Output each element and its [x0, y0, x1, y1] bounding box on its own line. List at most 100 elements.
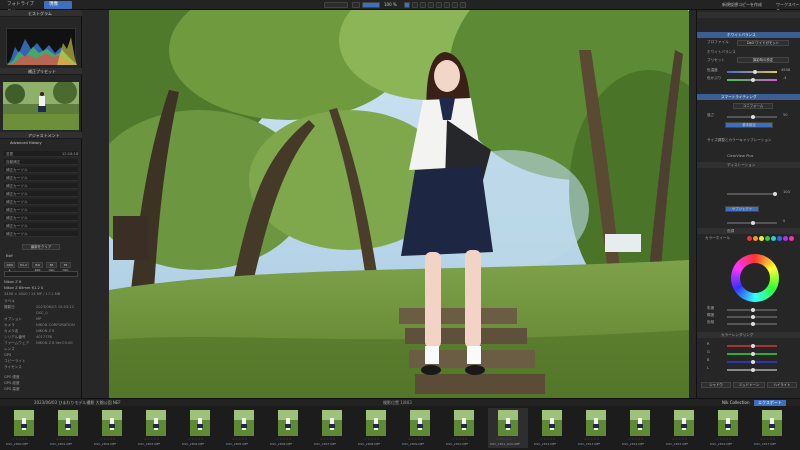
- rating-stars[interactable]: ☆☆☆☆☆: [760, 437, 776, 441]
- history-item[interactable]: 補正カーソル: [4, 223, 78, 229]
- create-virtual-copy-button[interactable]: 新規仮想コピーを作成: [722, 2, 762, 8]
- saturation-slider[interactable]: [727, 308, 777, 312]
- channel-b-slider[interactable]: [727, 360, 777, 364]
- preset-header[interactable]: 補正プリセット: [0, 68, 82, 75]
- history-item[interactable]: 自動補正: [4, 159, 78, 165]
- midtone-button[interactable]: ミッドトーン: [733, 382, 765, 388]
- histogram-header[interactable]: ヒストグラム: [0, 10, 82, 17]
- rating-stars[interactable]: ☆☆☆☆☆: [144, 437, 160, 441]
- filmstrip-thumbnail[interactable]: ☆☆☆☆☆ DSC_2812.NEF: [532, 408, 572, 448]
- image-canvas[interactable]: [82, 10, 696, 398]
- cyan-swatch[interactable]: [771, 236, 776, 241]
- filmstrip-thumbnail[interactable]: ☆☆☆☆☆ DSC_2800.NEF: [4, 408, 44, 448]
- compare-button[interactable]: [324, 2, 348, 8]
- rating-stars[interactable]: ☆☆☆☆☆: [496, 437, 512, 441]
- zoom-value[interactable]: 100 %: [384, 2, 397, 7]
- smart-lighting-header[interactable]: スマートライティング: [697, 94, 800, 100]
- temp-slider[interactable]: [727, 70, 777, 74]
- rating-stars[interactable]: ☆☆☆☆☆: [188, 437, 204, 441]
- rating-stars[interactable]: ☆☆☆☆☆: [364, 437, 380, 441]
- rating-stars[interactable]: ☆☆☆☆☆: [276, 437, 292, 441]
- green-swatch[interactable]: [765, 236, 770, 241]
- distortion-header[interactable]: ディストーション: [697, 162, 800, 168]
- temp-value[interactable]: 4958: [781, 68, 790, 72]
- adjust-header[interactable]: アジャストメント: [0, 132, 82, 139]
- history-item[interactable]: 補正カーソル: [4, 199, 78, 205]
- filmstrip-thumbnail[interactable]: ☆☆☆☆☆ DSC_2817.NEF: [752, 408, 792, 448]
- strength-slider[interactable]: [727, 115, 777, 119]
- rating-stars[interactable]: ☆☆☆☆☆: [12, 437, 28, 441]
- history-item[interactable]: 補正カーソル: [4, 191, 78, 197]
- picker-tool-icon[interactable]: [444, 2, 450, 8]
- red-swatch[interactable]: [747, 236, 752, 241]
- filmstrip-thumbnail[interactable]: ☆☆☆☆☆ DSC_2804.NEF: [180, 408, 220, 448]
- history-item[interactable]: 補正カーソル: [4, 215, 78, 221]
- tab-photo-library[interactable]: フォトライブラリ: [2, 1, 40, 15]
- wb-section-header[interactable]: ホワイトバランス: [697, 32, 800, 38]
- rating-stars[interactable]: ☆☆☆☆☆: [232, 437, 248, 441]
- filmstrip-thumbnail[interactable]: ☆☆☆☆☆ DSC_2814.NEF: [620, 408, 660, 448]
- channel-g-slider[interactable]: [727, 352, 777, 356]
- perspective-tool-icon[interactable]: [460, 2, 466, 8]
- filmstrip-thumbnail[interactable]: ☆☆☆☆☆ DSC_2806.NEF: [268, 408, 308, 448]
- tone-value-1[interactable]: 100: [783, 190, 790, 194]
- tone-slider-1[interactable]: [727, 192, 777, 196]
- crop-tool-icon[interactable]: [404, 2, 410, 8]
- channel-r-slider[interactable]: [727, 344, 777, 348]
- horizon-tool-icon[interactable]: [452, 2, 458, 8]
- filmstrip-thumbnail[interactable]: ☆☆☆☆☆ DSC_2807.NEF: [312, 408, 352, 448]
- rating-stars[interactable]: ☆☆☆☆☆: [672, 437, 688, 441]
- history-item[interactable]: 補正カーソル: [4, 183, 78, 189]
- filmstrip-thumbnail[interactable]: ☆☆☆☆☆ DSC_2808.NEF: [356, 408, 396, 448]
- history-item[interactable]: 変更 12:18:18: [4, 151, 78, 157]
- history-item[interactable]: 補正カーソル: [4, 231, 78, 237]
- tint-value[interactable]: -4: [783, 76, 787, 80]
- filmstrip-thumbnail[interactable]: ☆☆☆☆☆ DSC_2811_DxO.NEF: [488, 408, 528, 448]
- shadow-button[interactable]: シャドウ: [701, 382, 731, 388]
- advanced-history-title[interactable]: Advanced History: [10, 141, 42, 146]
- filmstrip-thumbnail[interactable]: ☆☆☆☆☆ DSC_2802.NEF: [92, 408, 132, 448]
- rating-stars[interactable]: ☆☆☆☆☆: [408, 437, 424, 441]
- repair-tool-icon[interactable]: [420, 2, 426, 8]
- set-spot-button[interactable]: 基本設定: [725, 122, 773, 128]
- filmstrip-thumbnail[interactable]: ☆☆☆☆☆ DSC_2815.NEF: [664, 408, 704, 448]
- hue-slider[interactable]: [727, 322, 777, 326]
- view-mode-button[interactable]: [352, 2, 360, 8]
- filmstrip-thumbnail[interactable]: ☆☆☆☆☆ DSC_2805.NEF: [224, 408, 264, 448]
- rating-stars[interactable]: ☆☆☆☆☆: [716, 437, 732, 441]
- rating-stars[interactable]: ☆☆☆☆☆: [540, 437, 556, 441]
- color-wheel[interactable]: [731, 254, 779, 302]
- filmstrip-thumbnail[interactable]: ☆☆☆☆☆ DSC_2803.NEF: [136, 408, 176, 448]
- navigator-thumbnail[interactable]: [3, 82, 79, 130]
- tab-develop[interactable]: 現像: [44, 1, 72, 9]
- straighten-tool-icon[interactable]: [412, 2, 418, 8]
- rating-stars[interactable]: ☆☆☆☆☆: [628, 437, 644, 441]
- subject-button[interactable]: サブジェクト: [725, 206, 759, 212]
- magenta-swatch[interactable]: [789, 236, 794, 241]
- clear-history-button[interactable]: 最新をクリア: [22, 244, 60, 250]
- purple-swatch[interactable]: [783, 236, 788, 241]
- tone-value-2[interactable]: 0: [783, 219, 785, 223]
- yellow-swatch[interactable]: [759, 236, 764, 241]
- history-item[interactable]: 補正カーソル: [4, 175, 78, 181]
- history-item[interactable]: 補正カーソル: [4, 207, 78, 213]
- rating-stars[interactable]: ☆☆☆☆☆: [100, 437, 116, 441]
- smart-lighting-mode[interactable]: ユニフォーム: [733, 103, 773, 109]
- filmstrip-thumbnail[interactable]: ☆☆☆☆☆ DSC_2801.NEF: [48, 408, 88, 448]
- channel-l-slider[interactable]: [727, 368, 777, 372]
- strength-value[interactable]: 50: [783, 113, 788, 117]
- redeye-tool-icon[interactable]: [436, 2, 442, 8]
- filmstrip-thumbnail[interactable]: ☆☆☆☆☆ DSC_2816.NEF: [708, 408, 748, 448]
- rating-stars[interactable]: ☆☆☆☆☆: [452, 437, 468, 441]
- color-header[interactable]: 色調: [697, 228, 800, 234]
- rating-stars[interactable]: ☆☆☆☆☆: [320, 437, 336, 441]
- tint-slider[interactable]: [727, 78, 777, 82]
- history-item[interactable]: 補正カーソル: [4, 167, 78, 173]
- filmstrip-thumbnail[interactable]: ☆☆☆☆☆ DSC_2813.NEF: [576, 408, 616, 448]
- preset-select[interactable]: 撮影時の設定: [737, 57, 789, 63]
- profile-select[interactable]: DxO ワイドガモット: [737, 40, 789, 46]
- main-photo[interactable]: [109, 10, 689, 398]
- color-rendering-header[interactable]: カラーレンダリング: [697, 332, 800, 338]
- rating-stars[interactable]: ☆☆☆☆☆: [584, 437, 600, 441]
- filmstrip-thumbnail[interactable]: ☆☆☆☆☆ DSC_2809.NEF: [400, 408, 440, 448]
